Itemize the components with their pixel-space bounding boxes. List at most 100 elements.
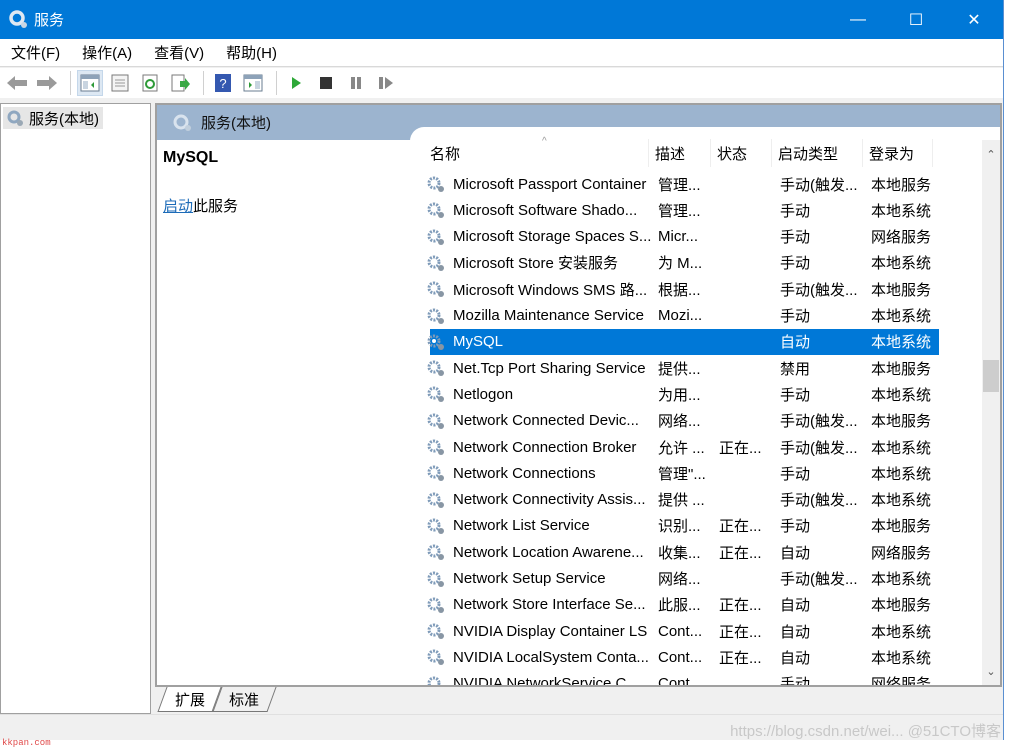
- export-list-button[interactable]: [167, 70, 193, 96]
- service-description-panel: MySQL 启动此服务: [157, 140, 413, 685]
- service-row[interactable]: NVIDIA LocalSystem Conta... Cont... 正在... 自…: [410, 644, 980, 670]
- service-row[interactable]: Network Connectivity Assis... 提供 ... 手动(触发…: [410, 487, 980, 513]
- maximize-button[interactable]: ☐: [887, 0, 945, 39]
- vertical-scrollbar[interactable]: ⌃ ⌄: [982, 140, 1000, 685]
- back-arrow-icon: [7, 76, 27, 90]
- start-service-link[interactable]: 启动: [163, 198, 193, 215]
- cell-name: Network Store Interface Se...: [453, 596, 646, 614]
- cell-logon: 本地系统: [871, 571, 932, 588]
- service-row[interactable]: Network List Service 识别... 正在... 手动 本地服务: [410, 513, 980, 539]
- back-button[interactable]: [4, 70, 30, 96]
- column-header-status[interactable]: 状态: [711, 139, 772, 167]
- cell-name: Microsoft Passport Container: [453, 175, 647, 193]
- menu-view[interactable]: 查看(V): [143, 42, 215, 63]
- column-header-description[interactable]: 描述: [649, 139, 711, 167]
- cell-desc: 管理...: [658, 202, 701, 220]
- cell-logon: 本地服务: [871, 597, 932, 615]
- column-label: 启动类型: [778, 145, 839, 163]
- cell-desc: 网络...: [658, 413, 701, 431]
- column-header-name[interactable]: 名称 ^: [424, 136, 649, 167]
- cell-startup: 禁用: [780, 360, 811, 378]
- start-service-button[interactable]: [283, 70, 309, 96]
- minimize-icon: —: [850, 10, 866, 28]
- service-row[interactable]: Microsoft Store 安装服务 为 M... 手动 本地系统: [410, 250, 980, 276]
- service-gear-icon: [427, 281, 444, 298]
- help-button[interactable]: ?: [210, 70, 236, 96]
- service-row[interactable]: Network Setup Service 网络... 手动(触发... 本地系统: [410, 566, 980, 592]
- service-row[interactable]: Network Connected Devic... 网络... 手动(触发... 本…: [410, 408, 980, 434]
- cell-status: 正在...: [719, 518, 762, 536]
- cell-name: Microsoft Storage Spaces S...: [453, 228, 652, 246]
- cell-desc: Mozi...: [658, 307, 703, 324]
- service-row[interactable]: Microsoft Windows SMS 路... 根据... 手动(触发... 本…: [410, 276, 980, 302]
- service-row[interactable]: Mozilla Maintenance Service Mozi... 手动 本地系统: [410, 303, 980, 329]
- resume-service-button[interactable]: [373, 70, 399, 96]
- cell-name: Microsoft Windows SMS 路...: [453, 281, 648, 299]
- scroll-down-icon[interactable]: ⌄: [982, 662, 1000, 680]
- sort-ascending-icon: ^: [542, 136, 547, 147]
- export-list-icon: [171, 74, 190, 92]
- pause-service-icon: [351, 77, 361, 89]
- cell-name: Network List Service: [453, 517, 590, 535]
- properties-button[interactable]: [107, 70, 133, 96]
- scroll-up-icon[interactable]: ⌃: [982, 145, 1000, 163]
- cell-logon: 本地系统: [871, 439, 932, 457]
- tab-standard[interactable]: 标准: [211, 687, 277, 712]
- service-gear-icon: [427, 229, 444, 245]
- service-gear-icon: [427, 544, 444, 561]
- service-row[interactable]: Network Connections 管理"... 手动 本地系统: [410, 460, 980, 486]
- cell-status: 正在...: [719, 597, 762, 615]
- stop-service-button[interactable]: [313, 70, 339, 96]
- cell-desc: 根据...: [658, 281, 701, 299]
- service-row-selected[interactable]: MySQL 自动 本地系统: [410, 328, 980, 355]
- menu-action[interactable]: 操作(A): [71, 42, 143, 63]
- tree-item-label: 服务(本地): [29, 110, 99, 128]
- cell-logon: 本地服务: [871, 281, 932, 299]
- action-pane-button[interactable]: [240, 70, 266, 96]
- cell-name: NVIDIA NetworkService C...: [453, 675, 639, 685]
- service-row[interactable]: Microsoft Storage Spaces S... Micr... 手动 网络…: [410, 224, 980, 250]
- service-gear-icon: [427, 202, 444, 219]
- menu-help[interactable]: 帮助(H): [215, 42, 288, 63]
- cell-startup: 手动: [780, 255, 811, 273]
- minimize-button[interactable]: —: [829, 0, 887, 39]
- service-row[interactable]: Network Connection Broker 允许 ... 正在... 手动(触…: [410, 434, 980, 460]
- show-hide-console-tree-button[interactable]: [77, 70, 103, 96]
- cell-desc: 收集...: [658, 544, 701, 562]
- cell-startup: 手动: [780, 386, 811, 404]
- column-header-startup-type[interactable]: 启动类型: [772, 139, 863, 167]
- services-gear-icon: [8, 9, 30, 31]
- menu-file[interactable]: 文件(F): [0, 42, 71, 63]
- service-gear-icon: [427, 465, 444, 482]
- service-row[interactable]: Netlogon 为用... 手动 本地系统: [410, 381, 980, 407]
- cell-name: Network Setup Service: [453, 570, 606, 587]
- cell-logon: 本地系统: [871, 202, 932, 220]
- scrollbar-thumb[interactable]: [983, 360, 999, 392]
- service-row[interactable]: NVIDIA Display Container LS Cont... 正在... 自…: [410, 618, 980, 644]
- cell-desc: 允许 ...: [658, 439, 705, 457]
- pause-service-button[interactable]: [343, 70, 369, 96]
- tree-item-services-local[interactable]: 服务(本地): [3, 107, 103, 129]
- cell-startup: 手动(触发...: [780, 281, 858, 299]
- column-header-log-on-as[interactable]: 登录为: [863, 139, 933, 167]
- service-row[interactable]: Microsoft Software Shado... 管理... 手动 本地系统: [410, 197, 980, 223]
- console-tree-icon: [80, 74, 100, 92]
- cell-desc: 识别...: [658, 518, 701, 536]
- service-row[interactable]: Network Location Awarene... 收集... 正在... 自动 网…: [410, 539, 980, 565]
- service-row[interactable]: NVIDIA NetworkService C... Cont... 手动 网络服务: [410, 671, 980, 685]
- service-row[interactable]: Microsoft Passport Container 管理... 手动(触发..…: [410, 171, 980, 197]
- close-button[interactable]: ✕: [945, 0, 1003, 39]
- view-tabs: 扩展 标准: [156, 687, 277, 713]
- cell-status: 正在...: [719, 544, 762, 562]
- service-row[interactable]: Network Store Interface Se... 此服... 正在... 自…: [410, 592, 980, 618]
- help-icon: ?: [215, 74, 231, 92]
- cell-desc: 提供 ...: [658, 492, 705, 510]
- cell-name: Network Connection Broker: [453, 438, 637, 456]
- pane-header-title: 服务(本地): [201, 115, 271, 132]
- forward-button[interactable]: [34, 70, 60, 96]
- toolbar: ?: [0, 68, 1003, 98]
- service-row[interactable]: Net.Tcp Port Sharing Service 提供... 禁用 本地服务: [410, 355, 980, 381]
- refresh-button[interactable]: [137, 70, 163, 96]
- cell-startup: 自动: [780, 623, 811, 641]
- cell-logon: 网络服务: [871, 676, 932, 685]
